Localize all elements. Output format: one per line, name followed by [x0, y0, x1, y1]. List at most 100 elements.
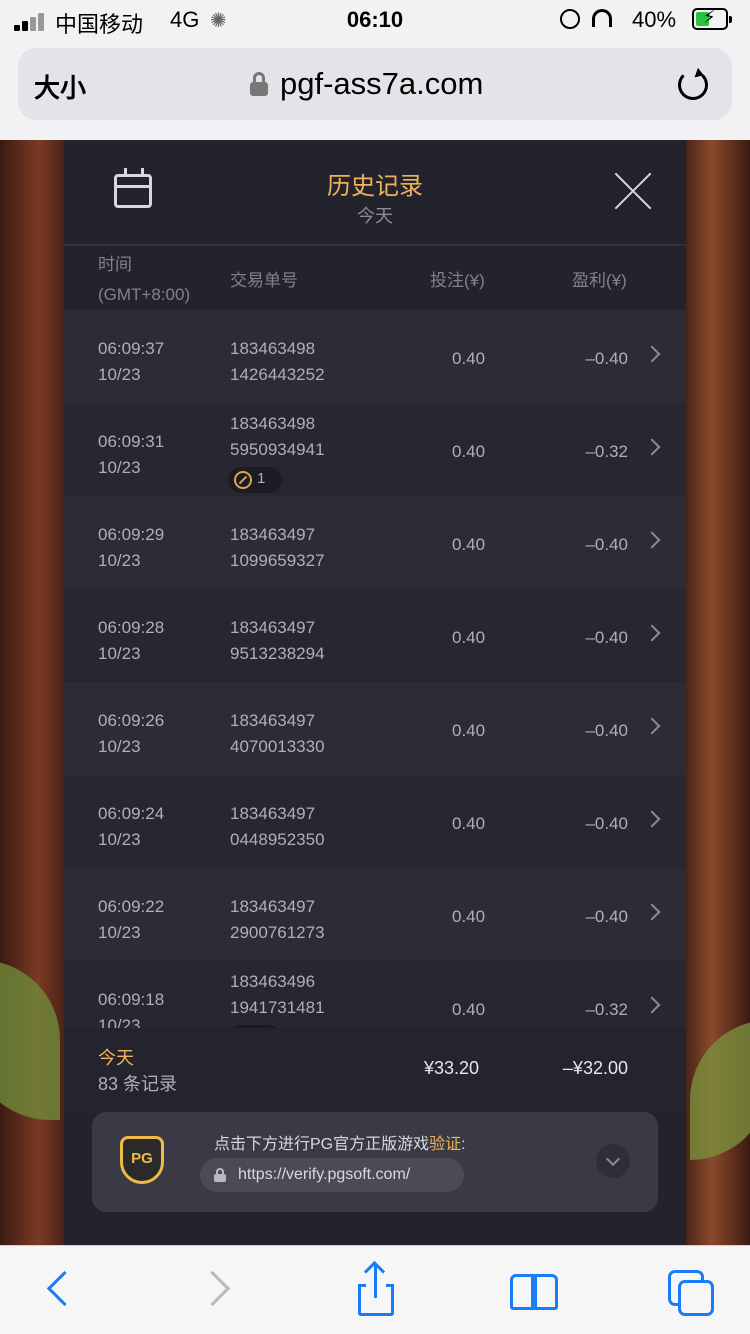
free-spin-badge: 1	[228, 467, 282, 493]
summary-label: 今天	[98, 1048, 134, 1068]
close-icon[interactable]	[610, 168, 656, 214]
row-date: 10/23	[98, 458, 141, 477]
history-list[interactable]: 06:09:37 10/23 183463498 1426443252 0.40 –0.4…	[64, 310, 686, 1028]
row-date: 10/23	[98, 365, 141, 384]
column-header-id: 交易单号	[230, 271, 298, 290]
row-time-value: 06:09:37	[98, 339, 165, 358]
row-transaction-id: 183463497 2900761273	[230, 894, 325, 946]
row-transaction-id: 183463498 1426443252	[230, 336, 325, 388]
summary-profit-total: –¥32.00	[562, 1058, 628, 1078]
history-row[interactable]: 06:09:22 10/23 183463497 2900761273 0.40 –0.4…	[64, 868, 686, 961]
row-id-part2: 1426443252	[230, 365, 325, 384]
history-row[interactable]: 06:09:37 10/23 183463498 1426443252 0.40 –0.4…	[64, 310, 686, 403]
chevron-right-icon[interactable]	[643, 531, 661, 549]
status-bar: 中国移动 4G ✺ 06:10 40% ⚡	[0, 0, 750, 40]
column-headers: 时间 (GMT+8:00) 交易单号 投注(¥) 盈利(¥)	[64, 248, 686, 310]
verify-text: 点击下方进行PG官方正版游戏验证:	[214, 1130, 466, 1154]
history-row[interactable]: 06:09:29 10/23 183463497 1099659327 0.40 –0.4…	[64, 496, 686, 589]
history-row[interactable]: 06:09:24 10/23 183463497 0448952350 0.40 –0.4…	[64, 775, 686, 868]
column-header-time: 时间 (GMT+8:00)	[98, 250, 208, 304]
verify-prompt: 点击下方进行PG官方正版游戏	[214, 1136, 430, 1153]
row-profit: –0.40	[585, 721, 628, 740]
browser-address-area: 大小 pgf-ass7a.com	[0, 40, 750, 140]
row-id-part1: 183463498	[230, 414, 316, 433]
chevron-right-icon[interactable]	[643, 345, 661, 363]
history-modal: 历史记录 今天 时间 (GMT+8:00) 交易单号 投注(¥) 盈利(¥) 06…	[64, 140, 686, 1245]
row-id-part2: 5950934941	[230, 440, 325, 459]
time-label: 时间	[98, 255, 132, 274]
row-transaction-id: 183463497 4070013330	[230, 708, 325, 760]
row-transaction-id: 183463498 5950934941	[230, 411, 325, 463]
row-id-part2: 9513238294	[230, 644, 325, 663]
summary-count: 83 条记录	[98, 1074, 178, 1094]
row-time: 06:09:26 10/23	[98, 708, 164, 760]
row-time: 06:09:37 10/23	[98, 336, 164, 388]
history-row[interactable]: 06:09:31 10/23 183463498 5950934941 1 0.40 –0.…	[64, 403, 686, 496]
row-profit: –0.40	[585, 349, 628, 368]
row-time: 06:09:31 10/23	[98, 429, 164, 481]
chevron-right-icon[interactable]	[643, 624, 661, 642]
row-id-part2: 1099659327	[230, 551, 325, 570]
row-date: 10/23	[98, 737, 141, 756]
verify-link-text[interactable]: https://verify.pgsoft.com/	[238, 1166, 410, 1184]
row-time: 06:09:28 10/23	[98, 615, 164, 667]
row-transaction-id: 183463497 0448952350	[230, 801, 325, 853]
row-id-part1: 183463497	[230, 897, 316, 916]
row-profit: –0.32	[585, 442, 628, 461]
tabs-icon[interactable]	[666, 1268, 714, 1316]
summary-bet-total: ¥33.20	[424, 1058, 480, 1078]
history-row[interactable]: 06:09:28 10/23 183463497 9513238294 0.40 –0.4…	[64, 589, 686, 682]
row-transaction-id: 183463497 1099659327	[230, 522, 325, 574]
row-id-part1: 183463497	[230, 711, 316, 730]
row-time-value: 06:09:22	[98, 897, 165, 916]
row-bet: 0.40	[452, 814, 486, 833]
share-icon[interactable]	[354, 1264, 400, 1316]
row-profit: –0.32	[585, 1000, 628, 1019]
verify-highlight: 验证	[429, 1136, 462, 1153]
row-bet: 0.40	[452, 907, 486, 926]
bookmarks-icon[interactable]	[508, 1268, 558, 1314]
text-size-button[interactable]: 大小	[34, 68, 86, 105]
chevron-right-icon[interactable]	[643, 717, 661, 735]
history-row[interactable]: 06:09:18 10/23 183463496 1941731481 0.40 –0.3…	[64, 961, 686, 1028]
verify-colon: :	[461, 1136, 466, 1153]
row-transaction-id: 183463497 9513238294	[230, 615, 325, 667]
row-profit: –0.40	[585, 628, 628, 647]
row-time-value: 06:09:28	[98, 618, 165, 637]
coin-icon	[234, 471, 252, 489]
verify-link[interactable]: https://verify.pgsoft.com/	[200, 1158, 464, 1192]
address-bar[interactable]: 大小 pgf-ass7a.com	[18, 48, 732, 120]
row-date: 10/23	[98, 830, 141, 849]
pg-logo-text: PG	[131, 1150, 153, 1167]
row-id-part2: 0448952350	[230, 830, 325, 849]
rotation-lock-icon	[560, 9, 580, 29]
battery-icon: ⚡	[692, 7, 732, 30]
reload-icon[interactable]	[678, 70, 708, 100]
row-profit: –0.40	[585, 535, 628, 554]
row-bet: 0.40	[452, 628, 486, 647]
forward-icon[interactable]	[196, 1268, 242, 1314]
row-date: 10/23	[98, 923, 141, 942]
row-time-value: 06:09:29	[98, 525, 165, 544]
column-header-profit: 盈利(¥)	[572, 271, 627, 290]
expand-chevron-icon[interactable]	[596, 1144, 630, 1178]
chevron-right-icon[interactable]	[643, 810, 661, 828]
back-icon[interactable]	[36, 1268, 82, 1314]
chevron-right-icon[interactable]	[643, 903, 661, 921]
modal-subtitle: 今天	[357, 206, 393, 226]
row-time: 06:09:22 10/23	[98, 894, 164, 946]
column-header-bet: 投注(¥)	[430, 271, 485, 290]
chevron-right-icon[interactable]	[643, 996, 661, 1014]
row-profit: –0.40	[585, 814, 628, 833]
history-row[interactable]: 06:09:26 10/23 183463497 4070013330 0.40 –0.4…	[64, 682, 686, 775]
row-date: 10/23	[98, 551, 141, 570]
chevron-right-icon[interactable]	[643, 438, 661, 456]
row-date: 10/23	[98, 1016, 141, 1028]
row-id-part1: 183463497	[230, 618, 316, 637]
verify-banner[interactable]: PG 点击下方进行PG官方正版游戏验证: https://verify.pgso…	[92, 1112, 658, 1212]
timezone-label: (GMT+8:00)	[98, 285, 191, 304]
row-bet: 0.40	[452, 535, 486, 554]
summary-bar: 今天 83 条记录 ¥33.20 –¥32.00	[64, 1028, 686, 1112]
row-date: 10/23	[98, 644, 141, 663]
url-text[interactable]: pgf-ass7a.com	[280, 66, 483, 102]
